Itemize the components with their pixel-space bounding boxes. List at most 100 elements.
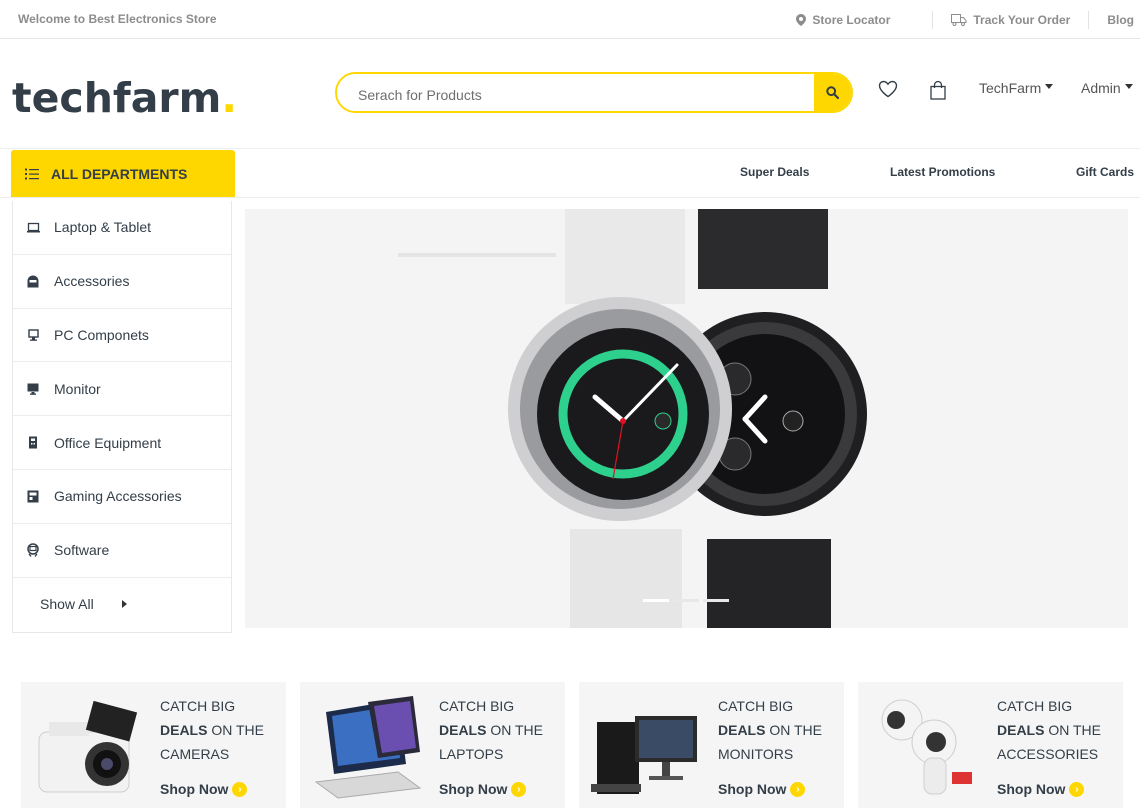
- cart-button[interactable]: [930, 80, 946, 105]
- admin-dropdown[interactable]: Admin: [1081, 80, 1133, 96]
- departments-sidebar: Laptop & Tablet Accessories PC Componets…: [12, 201, 232, 633]
- truck-icon: [951, 14, 967, 26]
- sidebar-item-laptop-tablet[interactable]: Laptop & Tablet: [13, 201, 231, 255]
- sidebar-item-label: Monitor: [54, 380, 101, 397]
- sidebar-item-software[interactable]: Software: [13, 524, 231, 578]
- hero-slider[interactable]: [245, 209, 1128, 628]
- promo-bold: DEALS: [718, 722, 766, 738]
- sidebar-item-office-equipment[interactable]: Office Equipment: [13, 416, 231, 470]
- list-icon: [25, 168, 39, 179]
- promo-category: LAPTOPS: [439, 746, 504, 762]
- admin-dropdown-label: Admin: [1081, 80, 1121, 96]
- sidebar-item-accessories[interactable]: Accessories: [13, 255, 231, 309]
- chevron-right-icon: [121, 600, 127, 609]
- search-input[interactable]: [337, 74, 814, 111]
- sidebar-item-pc-components[interactable]: PC Componets: [13, 309, 231, 363]
- sidebar-item-label: PC Componets: [54, 326, 149, 343]
- promo-line2: ON THE: [207, 722, 264, 738]
- slider-pagination: [643, 599, 729, 602]
- nav-link-latest-promotions[interactable]: Latest Promotions: [890, 165, 995, 179]
- chevron-right-icon: ›: [511, 781, 527, 797]
- site-logo[interactable]: techfarm.: [12, 74, 237, 122]
- divider: [932, 11, 934, 29]
- store-locator-label: Store Locator: [812, 13, 891, 27]
- promo-line1: CATCH BIG: [997, 698, 1073, 714]
- helmet-icon: [26, 274, 40, 288]
- search-icon: [826, 86, 839, 99]
- shop-now-label: Shop Now: [160, 781, 229, 797]
- blog-label: Blog: [1107, 13, 1134, 27]
- promo-bold: DEALS: [997, 722, 1045, 738]
- promo-text: CATCH BIG DEALS ON THE CAMERAS: [160, 694, 264, 766]
- chevron-down-icon: [1124, 83, 1133, 89]
- search-button[interactable]: [814, 74, 851, 111]
- shopping-bag-icon: [930, 80, 946, 100]
- promo-category: MONITORS: [718, 746, 794, 762]
- slider-dot[interactable]: [703, 599, 729, 602]
- chevron-right-icon: ›: [232, 781, 248, 797]
- shop-now-label: Shop Now: [439, 781, 508, 797]
- nav-link-gift-cards[interactable]: Gift Cards: [1076, 165, 1134, 179]
- office-icon: [26, 436, 40, 450]
- chevron-right-icon: ›: [790, 781, 806, 797]
- sidebar-item-label: Gaming Accessories: [54, 488, 182, 505]
- promo-bold: DEALS: [439, 722, 487, 738]
- chevron-down-icon: [1045, 83, 1054, 89]
- promo-banner-accessories[interactable]: CATCH BIG DEALS ON THE ACCESSORIES Shop …: [858, 682, 1123, 808]
- sidebar-item-label: Software: [54, 542, 110, 559]
- promo-line2: ON THE: [765, 722, 822, 738]
- software-icon: [26, 543, 40, 558]
- shop-now-label: Shop Now: [718, 781, 787, 797]
- gamepad-icon: [26, 489, 40, 503]
- store-locator-link[interactable]: Store Locator: [796, 13, 890, 27]
- shop-now-link[interactable]: Shop Now ›: [997, 781, 1085, 797]
- pc-icon: [26, 328, 40, 342]
- promo-text: CATCH BIG DEALS ON THE ACCESSORIES: [997, 694, 1101, 766]
- shop-now-link[interactable]: Shop Now ›: [718, 781, 806, 797]
- all-departments-button[interactable]: ALL DEPARTMENTS: [11, 150, 235, 197]
- track-order-label: Track Your Order: [973, 13, 1071, 27]
- promo-line1: CATCH BIG: [160, 698, 236, 714]
- sidebar-item-label: Accessories: [54, 273, 130, 290]
- smartwatch-image: [508, 209, 867, 628]
- laptop-icon: [26, 220, 40, 234]
- sidebar-item-monitor[interactable]: Monitor: [13, 362, 231, 417]
- shop-now-link[interactable]: Shop Now ›: [160, 781, 248, 797]
- slider-dot[interactable]: [643, 599, 669, 602]
- logo-text: techfarm: [12, 74, 222, 122]
- search-bar: [335, 72, 853, 113]
- store-dropdown-label: TechFarm: [979, 80, 1042, 96]
- promo-banner-monitors[interactable]: CATCH BIG DEALS ON THE MONITORS Shop Now…: [579, 682, 844, 808]
- monitor-icon: [26, 382, 40, 396]
- shop-now-label: Shop Now: [997, 781, 1066, 797]
- top-links: Store Locator Track Your Order Blog: [796, 11, 1134, 29]
- welcome-text: Welcome to Best Electronics Store: [18, 12, 217, 26]
- promo-line2: ON THE: [1044, 722, 1101, 738]
- nav-link-super-deals[interactable]: Super Deals: [740, 165, 809, 179]
- promo-line1: CATCH BIG: [439, 698, 515, 714]
- laptop-image: [314, 696, 422, 799]
- show-all-label: Show All: [40, 596, 94, 613]
- promo-text: CATCH BIG DEALS ON THE LAPTOPS: [439, 694, 543, 766]
- promo-category: ACCESSORIES: [997, 746, 1099, 762]
- sidebar-item-label: Office Equipment: [54, 434, 162, 451]
- camera-image: [38, 700, 138, 793]
- slider-dot[interactable]: [673, 599, 699, 602]
- track-order-link[interactable]: Track Your Order: [951, 13, 1070, 27]
- all-departments-label: ALL DEPARTMENTS: [51, 165, 188, 182]
- promo-banner-laptops[interactable]: CATCH BIG DEALS ON THE LAPTOPS Shop Now ›: [300, 682, 565, 808]
- store-dropdown[interactable]: TechFarm: [979, 80, 1054, 96]
- sidebar-show-all[interactable]: Show All: [13, 578, 231, 632]
- chevron-right-icon: ›: [1069, 781, 1085, 797]
- promo-banner-cameras[interactable]: CATCH BIG DEALS ON THE CAMERAS Shop Now ›: [21, 682, 286, 808]
- divider: [1088, 11, 1090, 29]
- sidebar-item-label: Laptop & Tablet: [54, 219, 152, 236]
- sidebar-item-gaming-accessories[interactable]: Gaming Accessories: [13, 470, 231, 524]
- promo-bold: DEALS: [160, 722, 208, 738]
- blog-link[interactable]: Blog: [1107, 13, 1134, 27]
- top-bar: Welcome to Best Electronics Store Store …: [0, 0, 1140, 39]
- wishlist-button[interactable]: [878, 80, 898, 103]
- shop-now-link[interactable]: Shop Now ›: [439, 781, 527, 797]
- monitor-image: [591, 716, 697, 794]
- promo-text: CATCH BIG DEALS ON THE MONITORS: [718, 694, 822, 766]
